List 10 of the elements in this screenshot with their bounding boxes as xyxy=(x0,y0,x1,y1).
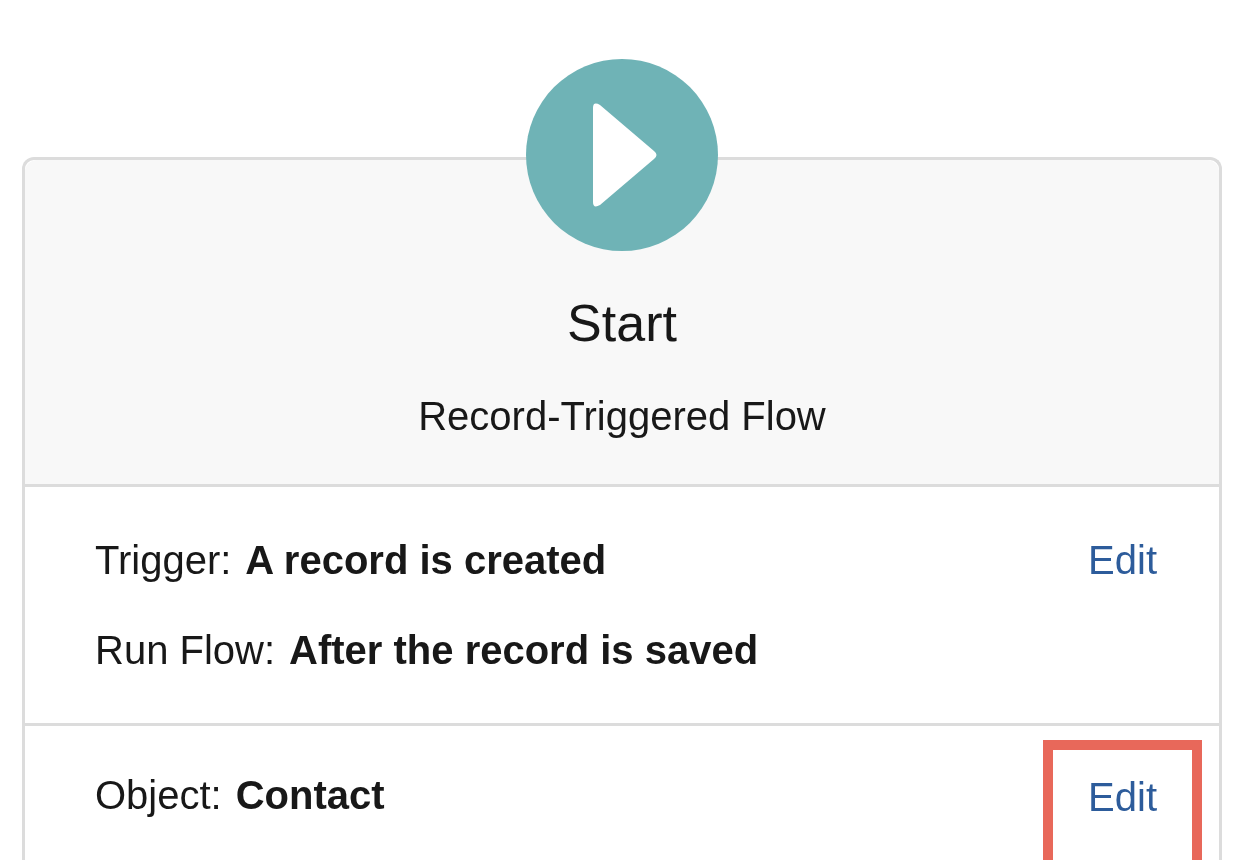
field-value: Contact xyxy=(235,772,385,819)
node-title: Start xyxy=(566,293,678,354)
edit-link[interactable]: Edit xyxy=(1043,740,1202,860)
field-value: A record is created xyxy=(245,537,607,584)
field-label: Object: xyxy=(95,772,222,819)
field-label: Trigger: xyxy=(95,537,232,584)
field-value: After the record is saved xyxy=(289,627,759,674)
field-label: Run Flow: xyxy=(95,627,276,674)
node-subtitle: Record-Triggered Flow xyxy=(417,393,827,440)
edit-link[interactable]: Edit xyxy=(1043,505,1202,615)
